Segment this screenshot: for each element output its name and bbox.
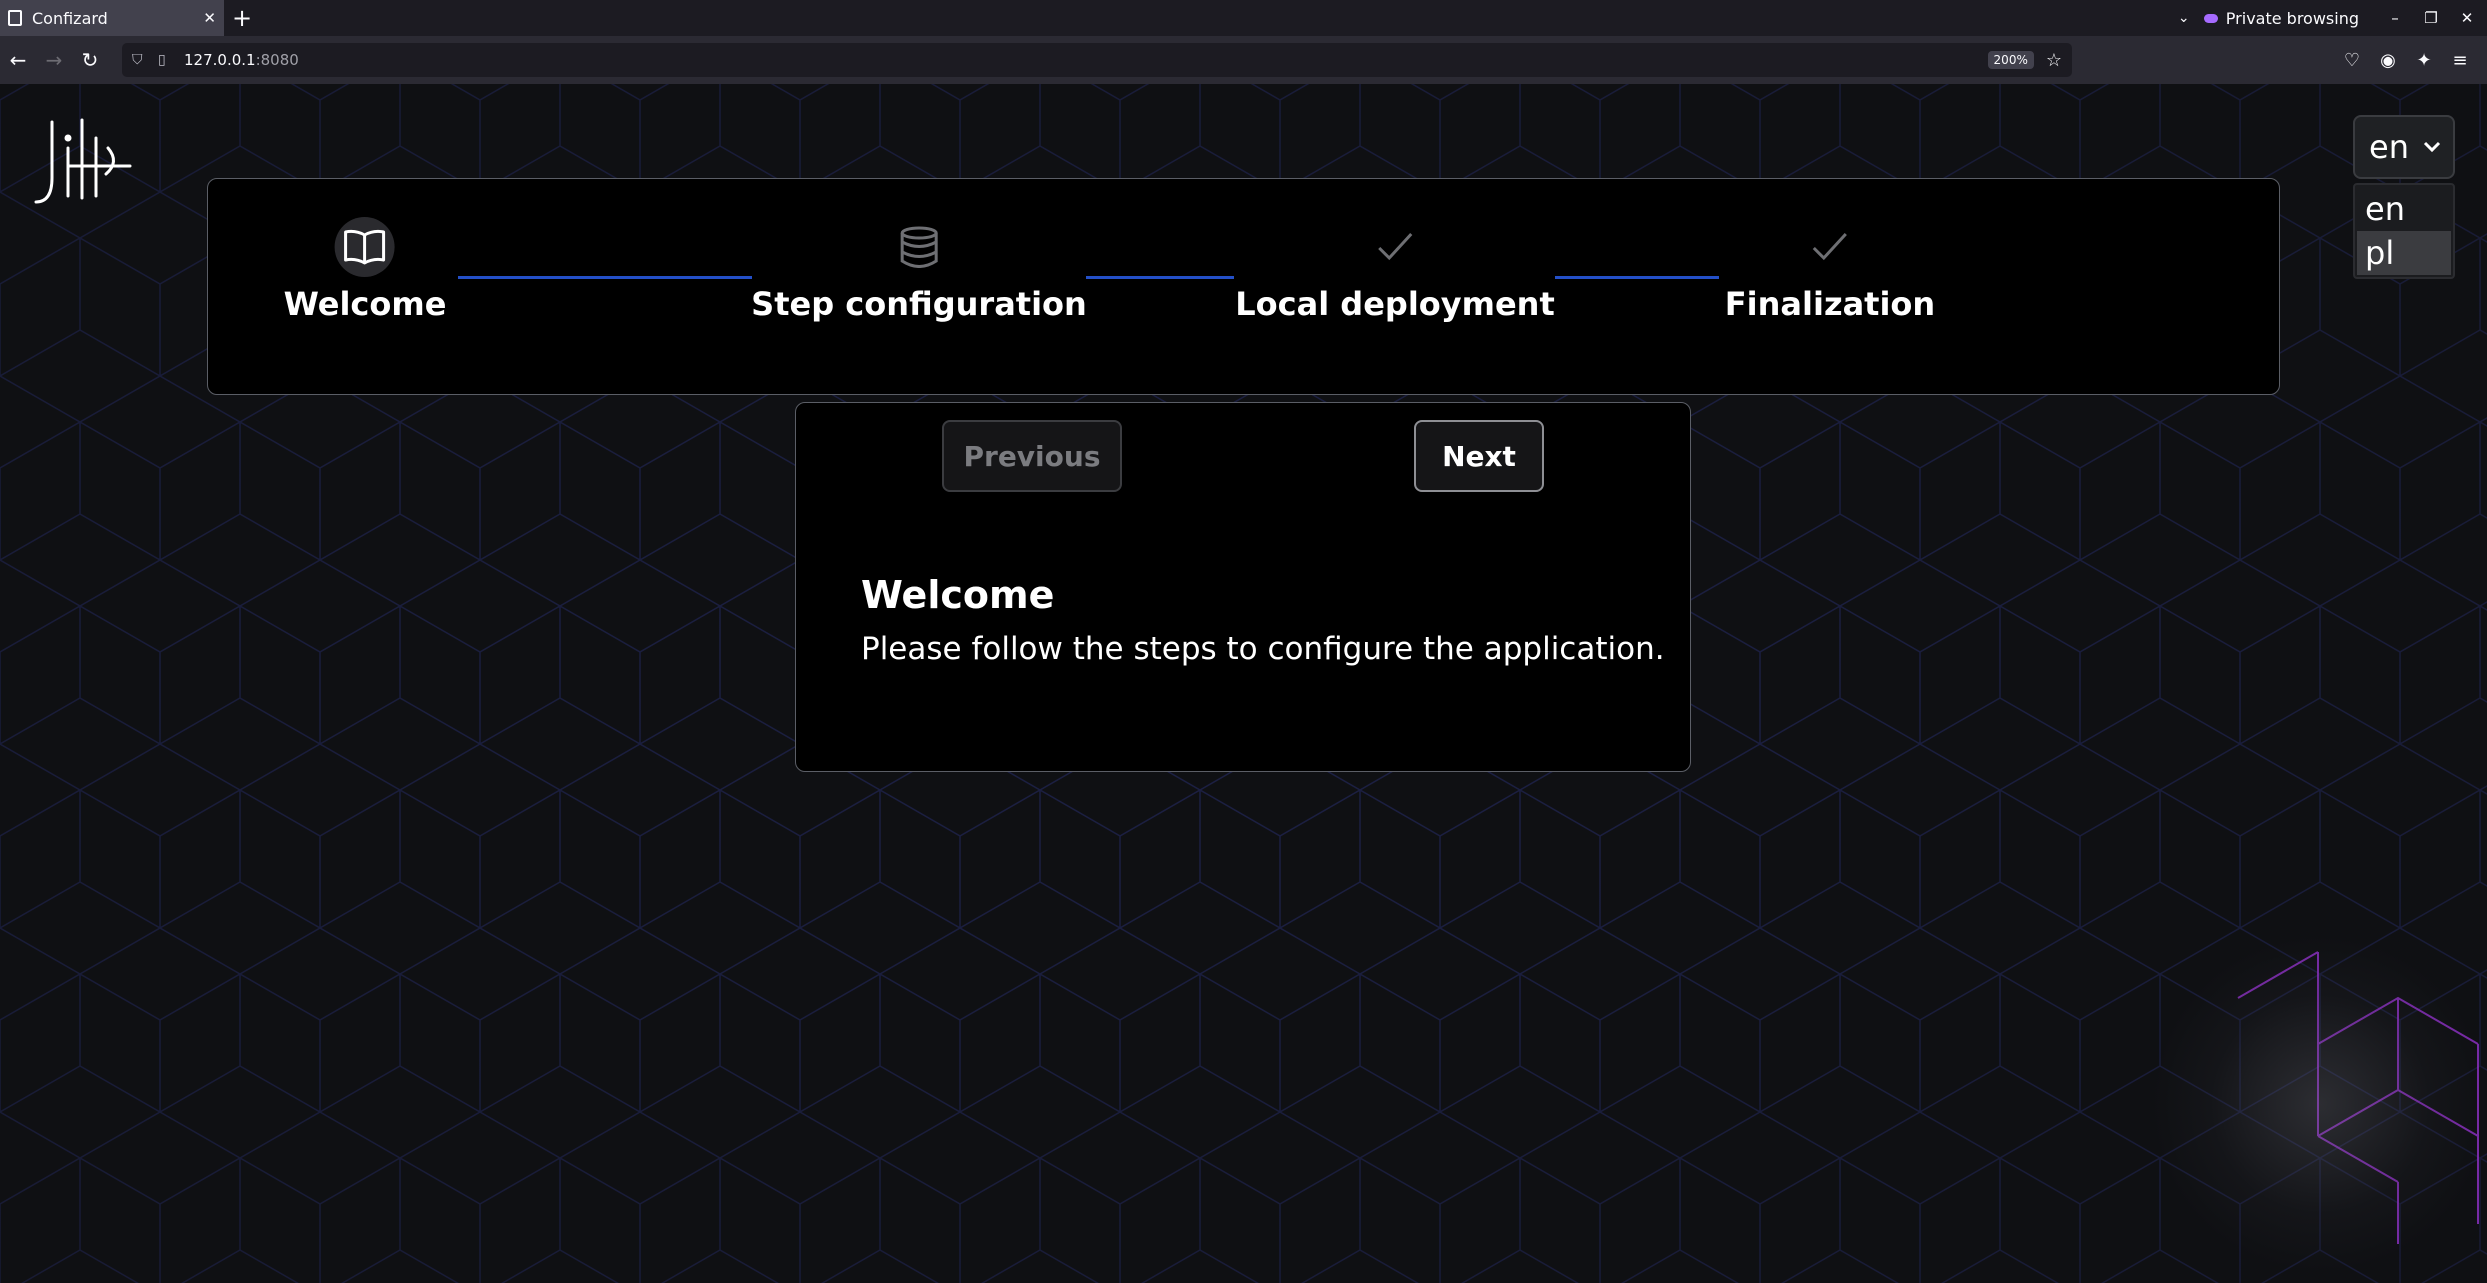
language-option-en[interactable]: en <box>2357 187 2451 231</box>
back-button[interactable]: ← <box>0 48 36 72</box>
new-tab-button[interactable]: + <box>224 4 260 32</box>
welcome-card: Previous Next Welcome Please follow the … <box>795 402 1691 772</box>
browser-tab[interactable]: Confizard ✕ <box>0 0 224 36</box>
step-local-deployment[interactable]: Local deployment <box>1235 217 1555 323</box>
language-select[interactable]: en <box>2353 115 2455 179</box>
step-label: Step configuration <box>751 285 1087 323</box>
content-title: Welcome <box>861 573 1055 617</box>
app-logo <box>34 118 132 204</box>
extensions-icon[interactable]: ✦ <box>2415 50 2433 71</box>
shield-icon[interactable]: ⛉ <box>132 52 146 68</box>
private-browsing-indicator: Private browsing <box>2203 8 2359 28</box>
page-icon: ▯ <box>158 52 166 68</box>
chevron-down-icon <box>2423 137 2441 158</box>
step-label: Finalization <box>1724 285 1936 323</box>
browser-navbar: ← → ↻ ⛉ ▯ 127.0.0.1:8080 200% ☆ ♡ ◉ ✦ ≡ <box>0 36 2487 84</box>
bookmark-star-icon[interactable]: ☆ <box>2046 50 2062 71</box>
check-icon <box>1800 217 1860 277</box>
url-port: :8080 <box>255 51 299 69</box>
step-label: Welcome <box>283 285 447 323</box>
url-text[interactable]: 127.0.0.1:8080 <box>184 51 1976 69</box>
wizard-stepper: Welcome Step configuration Local deploym… <box>207 178 2280 395</box>
zoom-level-badge[interactable]: 200% <box>1987 51 2034 69</box>
database-icon <box>889 217 949 277</box>
step-finalization[interactable]: Finalization <box>1725 217 1935 323</box>
menu-icon[interactable]: ≡ <box>2451 50 2469 71</box>
account-icon[interactable]: ◉ <box>2379 50 2397 71</box>
pocket-icon[interactable]: ♡ <box>2343 50 2361 71</box>
site-favicon-icon <box>8 10 22 26</box>
corner-glow <box>2150 934 2487 1274</box>
minimize-icon[interactable]: – <box>2385 9 2405 27</box>
window-close-icon[interactable]: ✕ <box>2457 9 2477 27</box>
content-description: Please follow the steps to configure the… <box>861 631 1665 667</box>
step-label: Local deployment <box>1235 285 1555 323</box>
check-icon <box>1365 217 1425 277</box>
list-tabs-icon[interactable]: ⌄ <box>2164 10 2204 26</box>
browser-tabbar: Confizard ✕ + ⌄ Private browsing – ❐ ✕ <box>0 0 2487 36</box>
language-dropdown-list: en pl <box>2353 183 2455 279</box>
page-viewport: Welcome Step configuration Local deploym… <box>0 84 2487 1283</box>
step-connector <box>458 276 752 279</box>
tab-title: Confizard <box>32 8 108 28</box>
next-button[interactable]: Next <box>1414 420 1544 492</box>
step-welcome[interactable]: Welcome <box>283 217 447 323</box>
step-configuration[interactable]: Step configuration <box>751 217 1087 323</box>
language-option-pl[interactable]: pl <box>2357 231 2451 275</box>
restore-icon[interactable]: ❐ <box>2421 9 2441 27</box>
address-bar[interactable]: ⛉ ▯ 127.0.0.1:8080 200% ☆ <box>122 43 2072 77</box>
url-host: 127.0.0.1 <box>184 51 256 69</box>
reload-button[interactable]: ↻ <box>72 48 108 72</box>
step-connector <box>1086 276 1234 279</box>
step-connector <box>1555 276 1719 279</box>
book-icon <box>334 217 395 277</box>
language-selected-value: en <box>2369 128 2409 166</box>
private-browsing-label: Private browsing <box>2225 8 2359 28</box>
previous-button[interactable]: Previous <box>942 420 1122 492</box>
forward-button[interactable]: → <box>36 48 72 72</box>
tab-close-icon[interactable]: ✕ <box>203 9 216 27</box>
private-mask-icon <box>2203 13 2218 23</box>
